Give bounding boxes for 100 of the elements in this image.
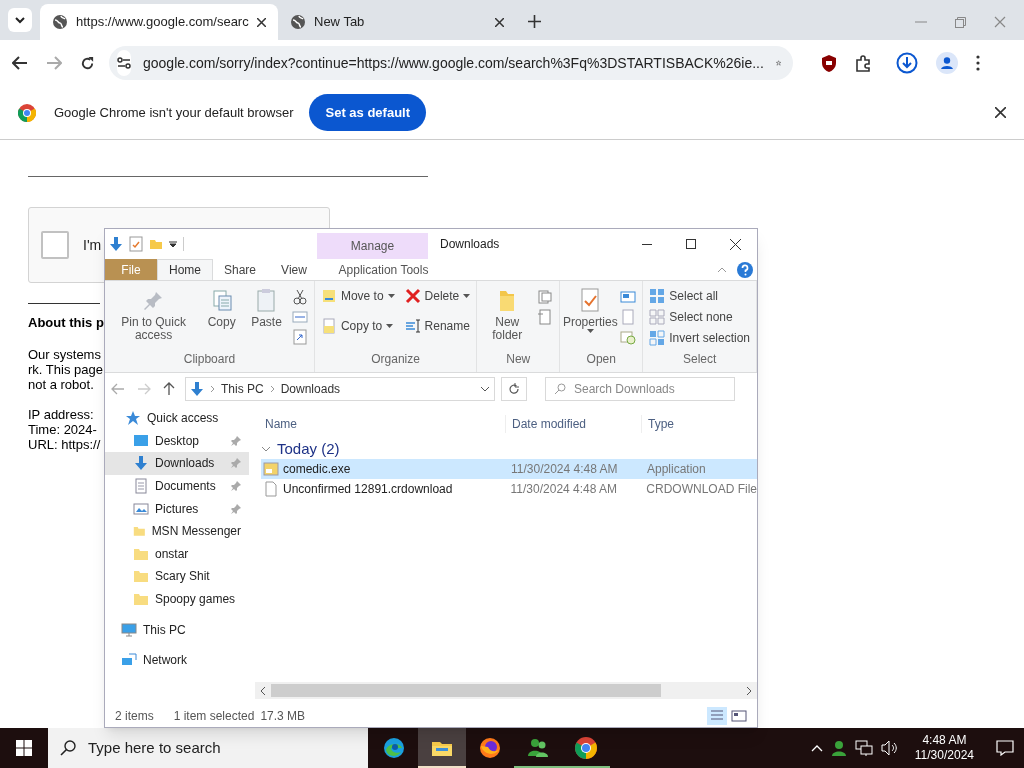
dropdown-icon[interactable] [169,241,177,247]
nav-item[interactable]: Documents [105,474,249,498]
history-icon[interactable] [620,329,637,345]
taskbar-search-field[interactable]: Type here to search [48,728,368,768]
ribbon-tab[interactable]: Home [157,259,213,280]
close-icon[interactable] [495,17,504,27]
scissors-icon[interactable] [291,289,308,305]
nav-item[interactable]: Desktop [105,429,249,453]
nav-item[interactable]: MSN Messenger [105,519,249,543]
fox-icon [478,736,502,760]
ribbon-group-label: Clipboard [182,351,237,368]
puzzle-icon[interactable] [855,54,872,72]
arrow-down-icon[interactable] [109,236,123,252]
pin-icon [231,503,241,514]
person-icon[interactable] [830,740,847,756]
nav-item[interactable]: Network [105,648,249,672]
ribbon-button[interactable]: Copy to [320,317,395,335]
desktop-icon [133,432,149,449]
nav-item[interactable]: Spoopy games [105,587,249,611]
restore-icon[interactable] [955,16,966,28]
nav-item[interactable]: This PC [105,618,249,641]
ribbon-button[interactable]: New folder [483,287,532,342]
folder-icon [133,568,149,585]
file-row[interactable]: Unconfirmed 12891.crdownload 11/30/2024 4:48 AM CRDOWNLOAD File [261,479,757,499]
profile-icon[interactable] [936,52,958,74]
status-text: 2 items [115,708,154,725]
nav-item[interactable]: Downloads [105,452,249,475]
chevron-down-icon[interactable] [480,386,490,392]
captcha-checkbox[interactable] [41,231,69,259]
globe-icon [52,14,68,30]
ribbon-tab[interactable]: View [267,259,321,280]
page-heading: About this p [28,314,104,332]
page-text: IP address: [28,406,94,422]
nav-item[interactable]: Pictures [105,497,249,520]
ribbon-tab[interactable]: Application Tools [328,259,439,280]
ribbon-tab[interactable]: Share [213,259,267,280]
network-icon[interactable] [854,740,873,756]
file-row[interactable]: comedic.exe 11/30/2024 4:48 AM Application [261,459,757,479]
set-default-button[interactable]: Set as default [309,94,426,131]
file-name: comedic.exe [283,461,351,478]
browser-tab[interactable]: https://www.google.com/searc [40,4,278,40]
browser-tab[interactable]: New Tab [278,4,516,40]
people-icon [526,736,550,760]
ribbon-button[interactable]: Paste [247,287,286,329]
scrollbar-thumb[interactable] [271,684,661,697]
tab-title: https://www.google.com/searc [76,13,249,32]
nav-item[interactable]: Quick access [105,407,249,430]
tiles-view-icon[interactable] [731,709,747,723]
taskbar-app-button[interactable] [418,728,466,768]
column-header[interactable]: Date modified [512,417,587,431]
pin-icon [231,435,241,446]
ribbon-button[interactable]: Select all [649,287,750,305]
menu-icon[interactable] [976,55,980,71]
column-header[interactable]: Name [265,417,297,431]
close-icon[interactable] [995,107,1006,118]
close-icon[interactable] [257,17,266,27]
search-placeholder: Search Downloads [574,381,675,398]
chevron-down-icon[interactable] [261,446,271,452]
refresh-button[interactable] [501,377,527,401]
ribbon-button[interactable]: Copy [202,287,242,329]
ribbon-group-label: New [505,351,532,368]
file-type: Application [646,461,707,478]
address-field[interactable]: This PC Downloads [185,377,495,401]
breadcrumb-item[interactable]: Downloads [280,380,341,398]
grid-icon [649,330,666,346]
site-settings-icon[interactable] [117,57,131,69]
page-text: rk. This page [28,361,103,377]
file-date: 11/30/2024 4:48 AM [510,461,619,478]
reload-icon[interactable] [80,55,95,71]
download-icon[interactable] [896,52,918,74]
chevron-down-icon [15,16,25,24]
notification-icon[interactable] [996,740,1014,756]
search-field[interactable]: Search Downloads [545,377,735,401]
ribbon-group-label: Open [585,351,617,368]
context-tab-header[interactable]: Manage [317,233,428,259]
ribbon-button[interactable]: Pin to Quick access [111,287,197,342]
nav-item[interactable]: Scary Shit [105,565,249,588]
ribbon-button[interactable]: Select none [649,308,750,326]
page-text: Time: 2024- [28,421,97,437]
document-icon [263,481,279,497]
properties-icon[interactable] [129,236,143,252]
minimize-icon [642,243,652,245]
ribbon-button[interactable]: Invert selection [649,329,750,347]
up-icon[interactable] [163,382,175,396]
ribbon-button[interactable]: Move to [320,287,395,305]
ribbon-button[interactable]: Delete [404,287,471,305]
help-icon[interactable] [737,261,753,278]
nav-item[interactable]: onstar [105,542,249,566]
plus-icon[interactable] [528,15,541,28]
column-header[interactable]: Type [648,417,674,431]
window-icon[interactable] [620,289,637,305]
star-icon [125,410,141,427]
windows-logo-icon [16,740,32,756]
tab-search-button[interactable] [8,8,32,32]
back-icon[interactable] [12,56,28,70]
shield-icon[interactable] [821,54,837,72]
speaker-icon[interactable] [880,740,899,756]
address-bar[interactable]: google.com/sorry/index?continue=https://www.google.com/search%3Fq%3DSTARTISBACK%26ie... [109,46,793,80]
ribbon-button[interactable]: Rename [404,317,471,335]
breadcrumb-item[interactable]: This PC [221,380,264,398]
